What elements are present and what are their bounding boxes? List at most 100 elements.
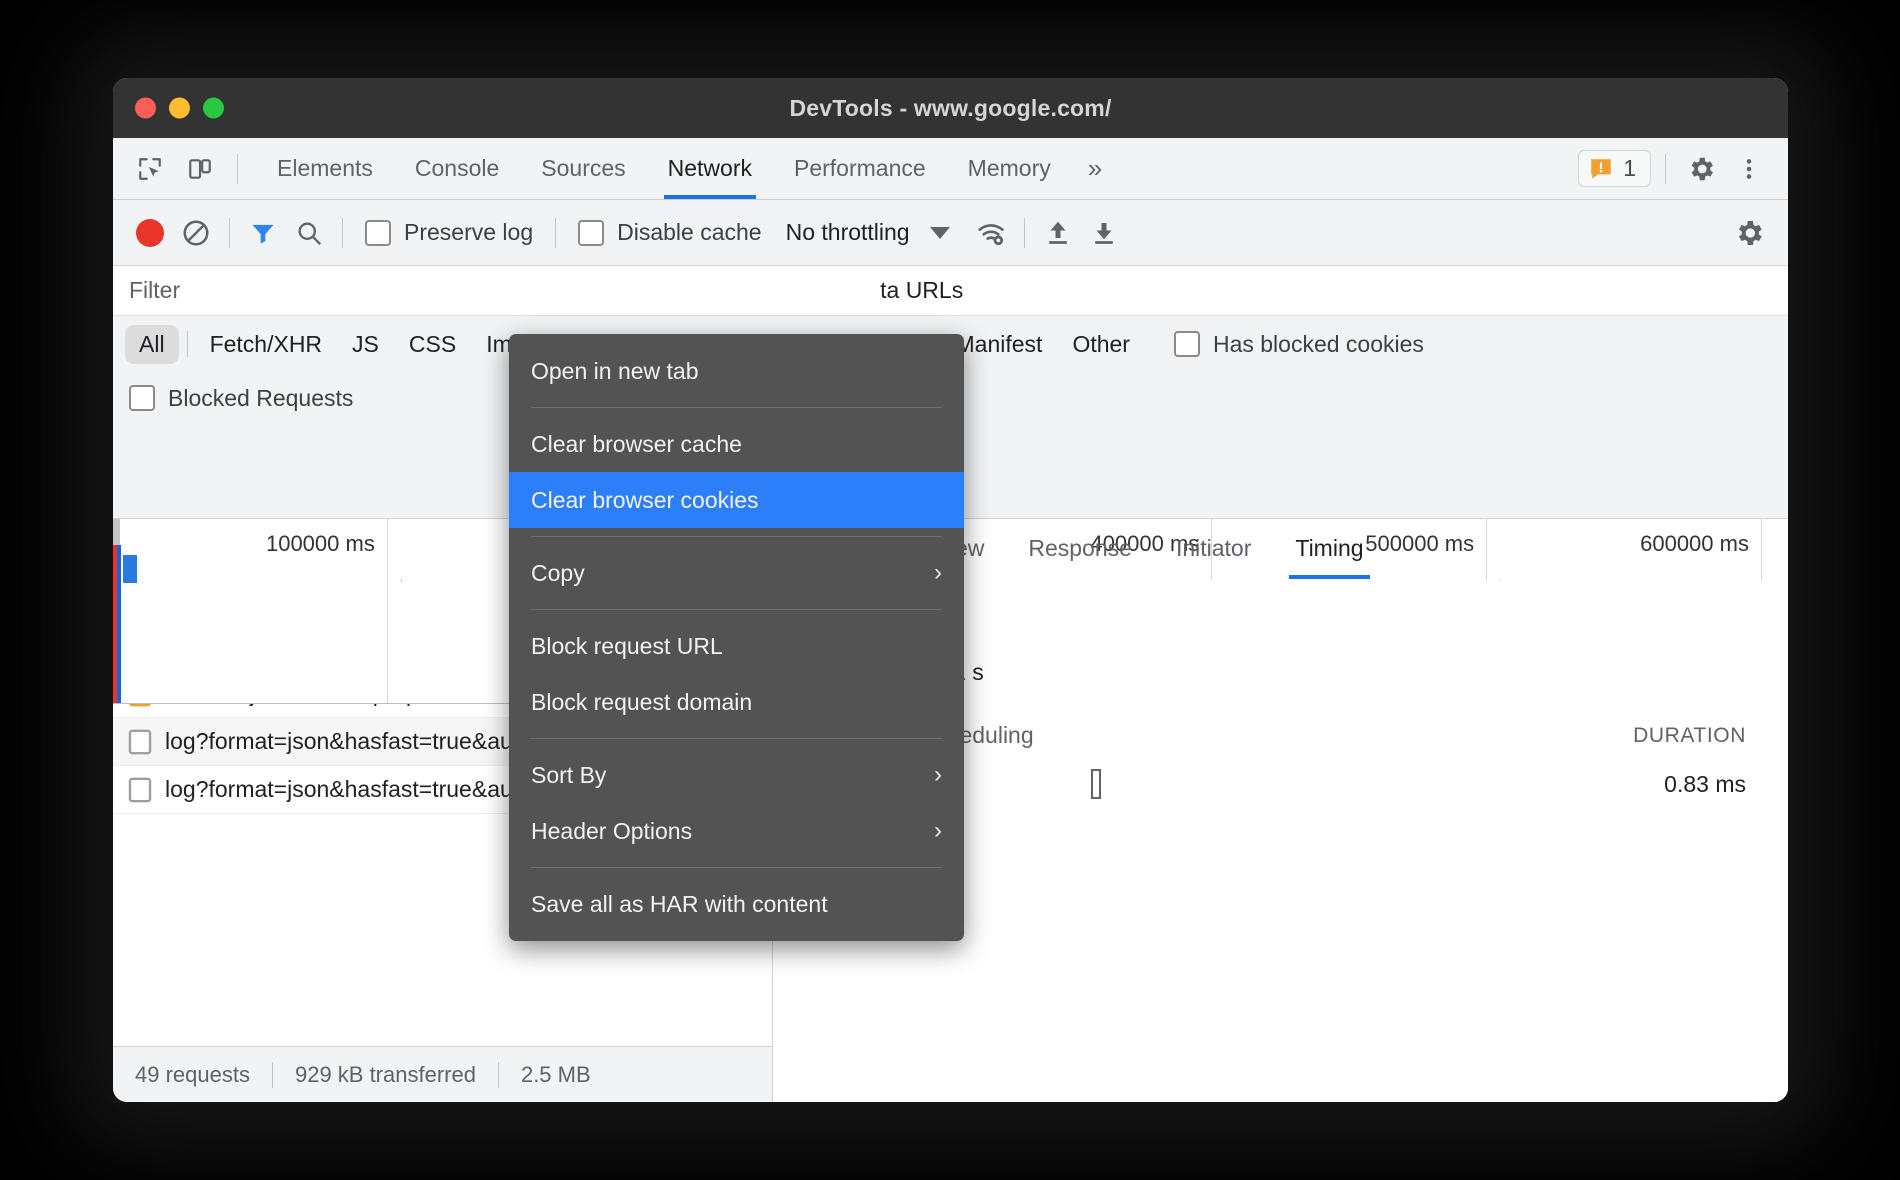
toolbar-divider-3: [555, 218, 556, 248]
inspect-element-icon[interactable]: [129, 148, 171, 190]
zoom-window-icon[interactable]: [203, 98, 224, 119]
tab-performance[interactable]: Performance: [773, 138, 947, 199]
menu-item-open-in-new-tab[interactable]: Open in new tab: [509, 343, 964, 399]
tab-memory[interactable]: Memory: [947, 138, 1072, 199]
warning-count: 1: [1623, 155, 1636, 182]
menu-item-header-options[interactable]: Header Options ›: [509, 803, 964, 859]
menu-item-block-request-url[interactable]: Block request URL: [509, 618, 964, 674]
status-transferred: 929 kB transferred: [273, 1062, 498, 1088]
menu-item-copy[interactable]: Copy ›: [509, 545, 964, 601]
type-filter-all[interactable]: All: [125, 325, 179, 364]
chevron-right-icon: ›: [934, 817, 942, 845]
disable-cache-label: Disable cache: [617, 219, 761, 246]
chevron-down-icon[interactable]: [930, 227, 950, 239]
network-toolbar: Preserve log Disable cache No throttling: [113, 200, 1788, 266]
blocked-requests-label: Blocked Requests: [168, 385, 353, 412]
window-title: DevTools - www.google.com/: [789, 95, 1111, 122]
toolbar-divider-4: [1024, 218, 1025, 248]
overview-cell: 100000 ms: [113, 519, 388, 703]
type-filter-divider: [187, 331, 188, 357]
filter-input[interactable]: Filter: [129, 277, 180, 304]
disable-cache-checkbox[interactable]: Disable cache: [568, 219, 771, 246]
hide-data-urls-checkbox[interactable]: ta URLs: [880, 277, 963, 304]
tabbar-divider: [237, 154, 238, 184]
timing-row-bar: [1091, 769, 1101, 799]
overview-request-bar: [123, 555, 137, 583]
tab-network[interactable]: Network: [647, 138, 773, 199]
overview-tick-label: 100000 ms: [266, 531, 375, 557]
menu-separator: [531, 609, 942, 610]
menu-separator: [531, 407, 942, 408]
window-titlebar: DevTools - www.google.com/: [113, 78, 1788, 138]
network-settings-gear-icon[interactable]: [1728, 212, 1770, 254]
tab-timing[interactable]: Timing: [1273, 518, 1385, 579]
tab-elements[interactable]: Elements: [256, 138, 394, 199]
overview-tick-label: 600000 ms: [1640, 531, 1749, 557]
warning-badge[interactable]: 1: [1578, 150, 1651, 187]
chevron-right-icon: ›: [934, 761, 942, 789]
record-button[interactable]: [129, 212, 171, 254]
menu-separator: [531, 867, 942, 868]
has-blocked-cookies-checkbox[interactable]: Has blocked cookies: [1174, 331, 1424, 358]
more-vertical-icon[interactable]: [1728, 148, 1770, 190]
devtools-window: DevTools - www.google.com/ Elements Cons…: [113, 78, 1788, 1102]
tab-console[interactable]: Console: [394, 138, 520, 199]
tabbar-right-divider: [1665, 154, 1666, 184]
status-resources-size: 2.5 MB: [499, 1062, 613, 1088]
import-har-icon[interactable]: [1037, 212, 1079, 254]
toolbar-divider-1: [229, 218, 230, 248]
more-tabs-icon[interactable]: »: [1072, 138, 1118, 199]
filter-input-row[interactable]: Filter ta URLs: [113, 266, 1788, 316]
overview-minor-tick: ': [400, 577, 403, 595]
menu-item-sort-by-label: Sort By: [531, 762, 606, 789]
minimize-window-icon[interactable]: [169, 98, 190, 119]
type-filter-fetch-xhr[interactable]: Fetch/XHR: [196, 325, 336, 364]
type-filter-css[interactable]: CSS: [395, 325, 470, 364]
export-har-icon[interactable]: [1083, 212, 1125, 254]
screenshot-stage: DevTools - www.google.com/ Elements Cons…: [0, 0, 1900, 1180]
chevron-right-icon: ›: [934, 559, 942, 587]
document-icon-gray: [127, 728, 153, 756]
toolbar-divider-2: [342, 218, 343, 248]
request-name: log?format=json&hasfast=true&authu…: [165, 728, 568, 755]
device-toolbar-icon[interactable]: [179, 148, 221, 190]
duration-column-header: DURATION: [1633, 724, 1746, 748]
context-menu: Open in new tab Clear browser cache Clea…: [509, 334, 964, 941]
traffic-lights[interactable]: [135, 98, 224, 119]
menu-separator: [531, 738, 942, 739]
menu-item-save-all-as-har[interactable]: Save all as HAR with content: [509, 876, 964, 932]
menu-item-header-options-label: Header Options: [531, 818, 692, 845]
tab-response[interactable]: Response: [1006, 518, 1154, 579]
preserve-log-checkbox[interactable]: Preserve log: [355, 219, 543, 246]
gear-icon[interactable]: [1680, 148, 1722, 190]
type-filter-other[interactable]: Other: [1058, 325, 1144, 364]
menu-item-clear-browser-cookies[interactable]: Clear browser cookies: [509, 472, 964, 528]
search-button[interactable]: [288, 212, 330, 254]
tabbar-left-icons: [113, 138, 256, 199]
menu-item-clear-browser-cache[interactable]: Clear browser cache: [509, 416, 964, 472]
status-requests-count: 49 requests: [135, 1062, 272, 1088]
warning-bubble-icon: [1588, 156, 1614, 182]
filter-button[interactable]: [242, 212, 284, 254]
clear-button[interactable]: [175, 212, 217, 254]
disable-cache-box[interactable]: [578, 220, 604, 246]
devtools-tabbar: Elements Console Sources Network Perform…: [113, 138, 1788, 200]
menu-separator: [531, 536, 942, 537]
throttling-value: No throttling: [786, 219, 910, 246]
tab-sources[interactable]: Sources: [520, 138, 646, 199]
wifi-settings-icon[interactable]: [970, 212, 1012, 254]
preserve-log-box[interactable]: [365, 220, 391, 246]
tabbar-right-actions: 1: [1578, 138, 1788, 199]
menu-item-sort-by[interactable]: Sort By ›: [509, 747, 964, 803]
tab-initiator[interactable]: Initiator: [1154, 518, 1273, 579]
has-blocked-cookies-box[interactable]: [1174, 331, 1200, 357]
close-window-icon[interactable]: [135, 98, 156, 119]
blocked-requests-box[interactable]: [129, 385, 155, 411]
throttling-select[interactable]: No throttling: [776, 219, 950, 246]
menu-item-copy-label: Copy: [531, 560, 585, 587]
network-status-bar: 49 requests 929 kB transferred 2.5 MB: [113, 1046, 772, 1102]
menu-item-block-request-domain[interactable]: Block request domain: [509, 674, 964, 730]
timing-row-duration: 0.83 ms: [1664, 771, 1746, 798]
document-icon-gray: [127, 776, 153, 804]
type-filter-js[interactable]: JS: [338, 325, 393, 364]
